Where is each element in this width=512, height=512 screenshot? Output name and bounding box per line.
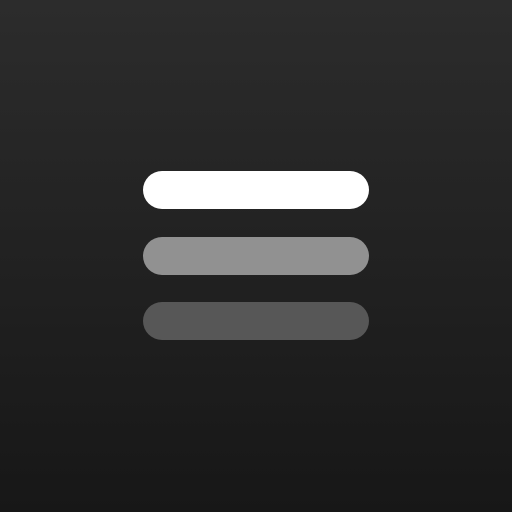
menu-bar-middle <box>143 237 369 275</box>
menu-bar-bottom <box>143 302 369 340</box>
menu-bar-top <box>143 171 369 209</box>
app-icon[interactable] <box>0 0 512 512</box>
